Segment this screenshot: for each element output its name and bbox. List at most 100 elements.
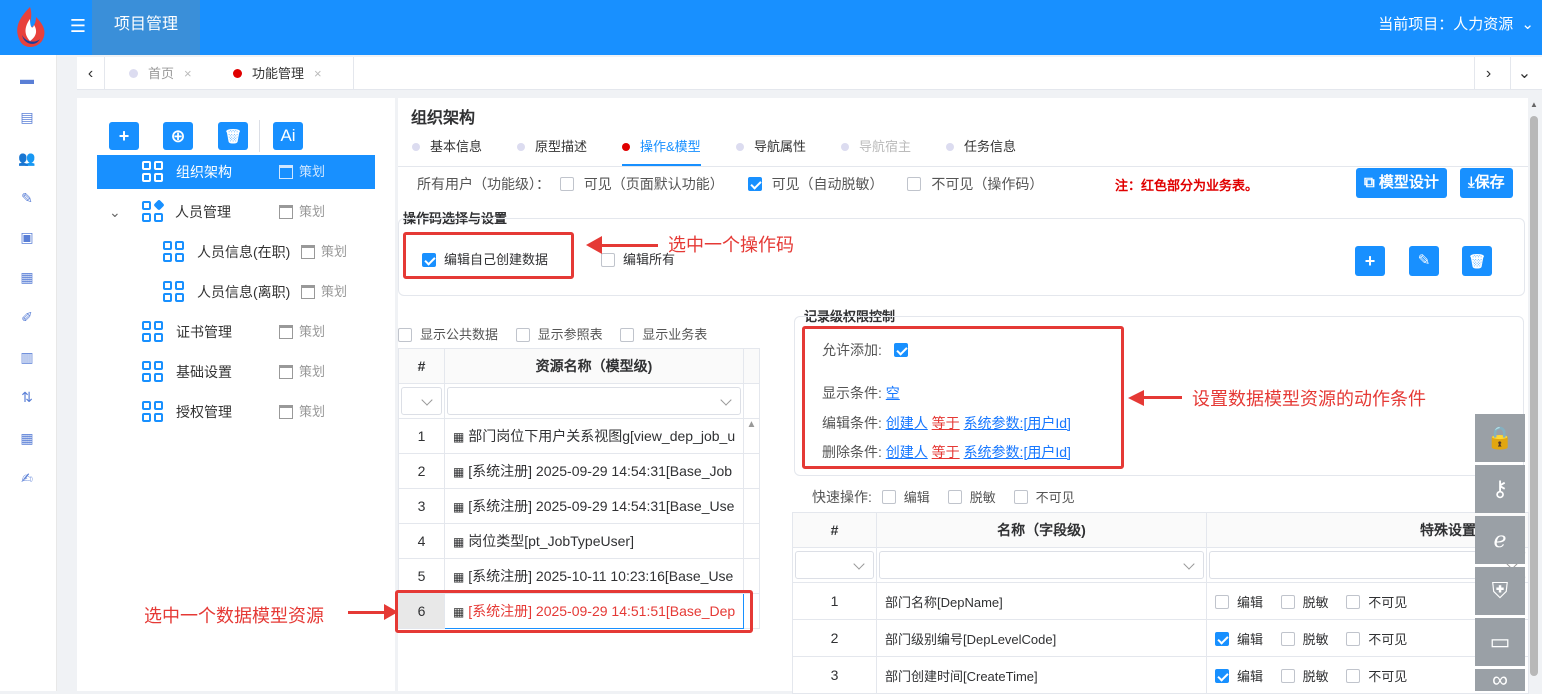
chevron-down-icon[interactable]: ⌄: [109, 195, 121, 229]
filter-select[interactable]: [401, 387, 442, 415]
flow-icon[interactable]: ⇅: [17, 387, 37, 407]
opcode-item-edit-all[interactable]: 编辑所有: [601, 249, 675, 268]
quick-hide-checkbox[interactable]: [1013, 490, 1028, 505]
tab-operation-model[interactable]: 操作&模型: [622, 128, 701, 166]
scroll-up-icon[interactable]: ▲: [743, 418, 760, 454]
mask-checkbox[interactable]: [1280, 669, 1295, 684]
table-icon[interactable]: ▦: [17, 267, 37, 287]
model-design-button[interactable]: ⧉ 模型设计: [1356, 168, 1447, 198]
show-ref-checkbox[interactable]: [515, 327, 530, 342]
edit-checkbox[interactable]: [1215, 669, 1229, 684]
quick-edit-checkbox[interactable]: [881, 490, 896, 505]
users-icon[interactable]: ∞: [1475, 669, 1525, 691]
table-row[interactable]: 4 ▦ 岗位类型[pt_JobTypeUser]: [398, 523, 760, 559]
mask-checkbox[interactable]: [1280, 595, 1295, 610]
filter-select[interactable]: [795, 551, 874, 579]
tab-dot-icon: [517, 142, 525, 151]
tab-scroll-left-icon[interactable]: ‹: [77, 57, 105, 90]
list-icon[interactable]: ▤: [17, 107, 37, 127]
current-project-selector[interactable]: 当前项目：人力资源 ⌄: [1378, 0, 1534, 50]
visible-default-checkbox[interactable]: [559, 177, 574, 192]
delete-opcode-button[interactable]: 🗑: [1462, 246, 1492, 276]
table-row[interactable]: 2 部门级别编号[DepLevelCode] 编辑 脱敏 不可见: [792, 619, 1529, 657]
tree-item-personnel-active[interactable]: 人员信息(在职) 策划: [97, 235, 375, 269]
filter-select[interactable]: [879, 551, 1204, 579]
invisible-checkbox[interactable]: [907, 177, 922, 192]
edit-condition-field-link[interactable]: 创建人: [886, 415, 928, 431]
tree-item-personnel-left[interactable]: 人员信息(离职) 策划: [97, 275, 375, 309]
table-row[interactable]: 1 部门名称[DepName] 编辑 脱敏 不可见: [792, 582, 1529, 620]
scroll-up-icon[interactable]: ▲: [1530, 100, 1538, 109]
row-number: 1: [398, 418, 445, 454]
main-scrollbar[interactable]: ▲: [1529, 100, 1539, 680]
tree-item-authorization[interactable]: 授权管理 策划: [97, 395, 375, 429]
ai-button[interactable]: Ai: [273, 122, 303, 150]
edit-icon[interactable]: ✐: [17, 307, 37, 327]
delete-condition-field-link[interactable]: 创建人: [886, 444, 928, 460]
annotation-resource: 选中一个数据模型资源: [144, 606, 324, 626]
scrollbar-thumb[interactable]: [1530, 116, 1538, 676]
quick-mask-checkbox[interactable]: [947, 490, 962, 505]
tab-function-management[interactable]: 功能管理 ×: [233, 57, 322, 90]
tab-menu-icon[interactable]: ⌄: [1510, 57, 1538, 90]
browser-icon[interactable]: ℯ: [1475, 516, 1525, 564]
hide-checkbox[interactable]: [1346, 595, 1361, 610]
show-business-checkbox[interactable]: [620, 327, 635, 342]
document-icon[interactable]: ▣: [17, 227, 37, 247]
design-icon[interactable]: ✎: [17, 188, 37, 208]
add-button[interactable]: +: [109, 122, 139, 150]
opcode-checkbox[interactable]: [422, 252, 436, 267]
delete-condition-param-link[interactable]: 系统参数:[用户Id]: [964, 444, 1071, 460]
edit-opcode-button[interactable]: ✎: [1409, 246, 1439, 276]
delete-condition-op-link[interactable]: 等于: [932, 444, 960, 460]
edit-checkbox[interactable]: [1215, 595, 1229, 610]
filter-select[interactable]: [447, 387, 741, 415]
add-opcode-button[interactable]: +: [1355, 246, 1385, 276]
tab-prototype[interactable]: 原型描述: [517, 128, 587, 166]
tab-home[interactable]: 首页 ×: [129, 57, 192, 90]
mask-checkbox[interactable]: [1280, 632, 1295, 647]
tab-nav-host[interactable]: 导航宿主: [841, 128, 911, 166]
hide-checkbox[interactable]: [1346, 632, 1361, 647]
add-child-button[interactable]: ⊕: [163, 122, 193, 150]
tree-item-certificates[interactable]: 证书管理 策划: [97, 315, 375, 349]
window-icon[interactable]: ▭: [1475, 618, 1525, 666]
grid-icon[interactable]: ▦: [17, 428, 37, 448]
close-icon[interactable]: ×: [314, 66, 322, 81]
close-icon[interactable]: ×: [184, 66, 192, 81]
lock-icon[interactable]: 🔒: [1475, 414, 1525, 462]
tab-basic-info[interactable]: 基本信息: [412, 128, 482, 166]
tree-item-org-structure[interactable]: 组织架构 策划: [97, 155, 375, 189]
clipboard-icon[interactable]: ▥: [17, 347, 37, 367]
opcode-checkbox[interactable]: [601, 252, 615, 267]
save-button[interactable]: ⤓保存: [1460, 168, 1513, 198]
hide-checkbox[interactable]: [1346, 669, 1361, 684]
shield-icon[interactable]: ⛨: [1475, 567, 1525, 615]
table-row[interactable]: 2 ▦ [系统注册] 2025-09-29 14:54:31[Base_Job: [398, 453, 760, 489]
monitor-icon[interactable]: ▬: [17, 69, 37, 89]
tab-nav-props[interactable]: 导航属性: [736, 128, 806, 166]
key-icon[interactable]: ⚷: [1475, 465, 1525, 513]
table-row[interactable]: 5 ▦ [系统注册] 2025-10-11 10:23:16[Base_Use: [398, 558, 760, 594]
edit-condition-param-link[interactable]: 系统参数:[用户Id]: [964, 415, 1071, 431]
table-row[interactable]: 1 ▦ 部门岗位下用户关系视图g[view_dep_job_u ▲: [398, 418, 760, 454]
edit-condition-op-link[interactable]: 等于: [932, 415, 960, 431]
table-row[interactable]: 3 ▦ [系统注册] 2025-09-29 14:54:31[Base_Use: [398, 488, 760, 524]
show-condition-link[interactable]: 空: [886, 385, 900, 401]
tab-scroll-right-icon[interactable]: ›: [1474, 57, 1502, 90]
opcode-item-edit-own[interactable]: 编辑自己创建数据: [422, 249, 548, 268]
report-icon[interactable]: ✍: [17, 468, 37, 488]
users-icon[interactable]: 👥: [17, 148, 37, 168]
delete-button[interactable]: 🗑: [218, 122, 248, 150]
table-row[interactable]: 3 部门创建时间[CreateTime] 编辑 脱敏 不可见: [792, 656, 1529, 694]
menu-toggle-icon[interactable]: ☰: [66, 14, 90, 38]
row-number: 4: [398, 523, 445, 559]
tab-task-info[interactable]: 任务信息: [946, 128, 1016, 166]
tree-item-basic-settings[interactable]: 基础设置 策划: [97, 355, 375, 389]
tree-item-personnel[interactable]: ⌄ 人员管理 策划: [97, 195, 375, 229]
show-public-checkbox[interactable]: [398, 327, 412, 342]
visible-mask-checkbox[interactable]: [747, 177, 762, 192]
edit-checkbox[interactable]: [1215, 632, 1229, 647]
app-title[interactable]: 项目管理: [92, 0, 200, 55]
allow-add-checkbox[interactable]: [893, 343, 908, 358]
